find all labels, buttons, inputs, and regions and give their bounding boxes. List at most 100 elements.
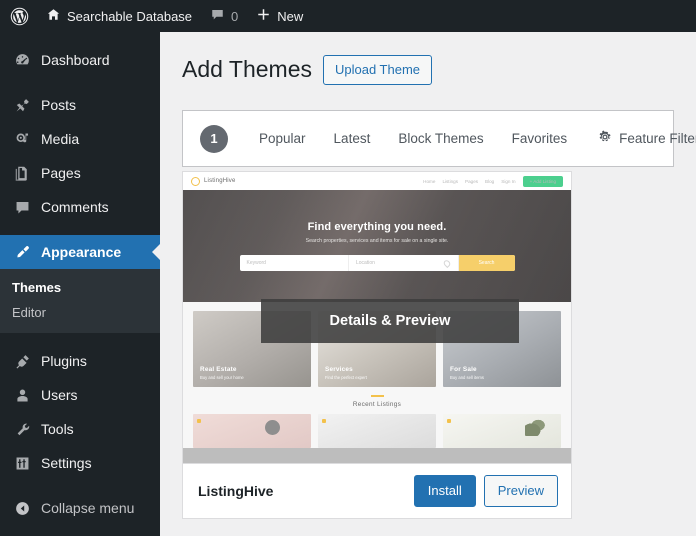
sidebar-separator-4: [0, 480, 160, 491]
collapse-menu-button[interactable]: Collapse menu: [0, 491, 160, 525]
preview-brand: ListingHive: [191, 177, 236, 186]
preview-listing-item: [443, 414, 561, 448]
preview-listing-thumb: [525, 418, 547, 436]
page-header: Add Themes Upload Theme: [160, 32, 696, 85]
feature-filter-label: Feature Filter: [619, 131, 696, 146]
preview-nav-item: Blog: [485, 179, 494, 184]
preview-accent-rule: [371, 395, 384, 397]
wordpress-logo-button[interactable]: [0, 0, 37, 32]
preview-site-header: ListingHive Home Listings Pages Blog Sig…: [183, 172, 571, 190]
preview-category-title: Real Estate: [200, 366, 244, 373]
comment-bubble-icon: [210, 7, 225, 25]
theme-filter-tabs: Popular Latest Block Themes Favorites Fe…: [259, 130, 696, 147]
preview-button[interactable]: Preview: [484, 475, 558, 507]
sidebar-item-label: Posts: [41, 98, 76, 112]
sidebar-item-label: Media: [41, 132, 79, 146]
gear-icon: [598, 130, 612, 147]
preview-listing-item: [193, 414, 311, 448]
theme-filter-bar: 1 Popular Latest Block Themes Favorites …: [182, 110, 674, 167]
preview-nav-item: Listings: [442, 179, 458, 184]
paintbrush-icon: [12, 242, 32, 262]
install-button[interactable]: Install: [414, 475, 476, 507]
pin-icon: [12, 95, 32, 115]
sidebar-item-label: Dashboard: [41, 53, 110, 67]
feature-filter-button[interactable]: Feature Filter: [598, 130, 696, 147]
sliders-icon: [12, 453, 32, 473]
preview-add-listing-button: + Add Listing: [523, 176, 563, 187]
preview-location-field: Location: [349, 255, 459, 271]
sidebar-item-label: Users: [41, 388, 78, 402]
theme-card-footer: ListingHive Install Preview: [183, 463, 571, 518]
preview-subheadline: Search properties, services and items fo…: [306, 238, 449, 244]
sidebar-separator-2: [0, 224, 160, 235]
page-title: Add Themes: [182, 55, 312, 85]
preview-recent-section: Recent Listings: [183, 387, 571, 408]
sidebar-item-media[interactable]: Media: [0, 122, 160, 156]
wrench-icon: [12, 419, 32, 439]
tab-popular[interactable]: Popular: [259, 131, 306, 146]
page-icon: [12, 163, 32, 183]
sidebar-item-label: Appearance: [41, 245, 121, 259]
theme-card-actions: Install Preview: [414, 475, 558, 507]
sidebar-item-label: Plugins: [41, 354, 87, 368]
preview-hero: Find everything you need. Search propert…: [183, 190, 571, 302]
preview-logo-icon: [191, 177, 200, 186]
sidebar-item-label: Settings: [41, 456, 92, 470]
preview-brand-name: ListingHive: [204, 178, 236, 184]
theme-count-badge: 1: [200, 125, 228, 153]
new-content-menu[interactable]: New: [247, 0, 312, 32]
dashboard-icon: [12, 50, 32, 70]
tab-latest[interactable]: Latest: [334, 131, 371, 146]
sidebar-separator-1: [0, 77, 160, 88]
submenu-item-themes[interactable]: Themes: [0, 275, 160, 300]
theme-screenshot[interactable]: ListingHive Home Listings Pages Blog Sig…: [183, 172, 571, 463]
comments-menu[interactable]: 0: [201, 0, 247, 32]
details-and-preview-overlay[interactable]: Details & Preview: [261, 299, 519, 343]
theme-name: ListingHive: [198, 483, 273, 499]
collapse-arrow-icon: [12, 498, 32, 518]
sidebar-item-posts[interactable]: Posts: [0, 88, 160, 122]
preview-search-bar: Keyword Location Search: [240, 255, 515, 271]
preview-recent-title: Recent Listings: [193, 401, 561, 408]
sidebar-item-pages[interactable]: Pages: [0, 156, 160, 190]
sidebar-item-label: Pages: [41, 166, 81, 180]
preview-listings: [183, 408, 571, 448]
preview-nav-item: Home: [423, 179, 435, 184]
preview-category-subtitle: Buy and sell items: [450, 375, 484, 380]
collapse-menu-label: Collapse menu: [41, 501, 134, 515]
home-icon: [46, 7, 61, 25]
admin-sidebar: Dashboard Posts Media Pages: [0, 32, 160, 536]
preview-listing-item: [318, 414, 436, 448]
preview-listing-thumb: [265, 420, 280, 435]
preview-search-button: Search: [459, 255, 515, 271]
admin-bar: Searchable Database 0 New: [0, 0, 696, 32]
sidebar-spacer-top: [0, 32, 160, 43]
preview-headline: Find everything you need.: [308, 221, 447, 233]
user-icon: [12, 385, 32, 405]
tab-favorites[interactable]: Favorites: [512, 131, 568, 146]
upload-theme-button[interactable]: Upload Theme: [323, 55, 432, 85]
comment-bubble-icon: [12, 197, 32, 217]
preview-nav-item: Sign In: [501, 179, 515, 184]
plus-icon: [256, 7, 271, 25]
theme-card[interactable]: ListingHive Home Listings Pages Blog Sig…: [182, 171, 572, 519]
tab-block-themes[interactable]: Block Themes: [398, 131, 483, 146]
sidebar-item-comments[interactable]: Comments: [0, 190, 160, 224]
submenu-item-label: Editor: [12, 305, 46, 320]
sidebar-item-label: Comments: [41, 200, 109, 214]
sidebar-item-appearance[interactable]: Appearance: [0, 235, 160, 269]
submenu-item-editor[interactable]: Editor: [0, 300, 160, 325]
preview-category-title: For Sale: [450, 366, 484, 373]
sidebar-item-plugins[interactable]: Plugins: [0, 344, 160, 378]
preview-keyword-field: Keyword: [240, 255, 350, 271]
wordpress-logo-icon: [10, 7, 29, 26]
preview-nav-item: Pages: [465, 179, 478, 184]
sidebar-item-users[interactable]: Users: [0, 378, 160, 412]
site-name-menu[interactable]: Searchable Database: [37, 0, 201, 32]
sidebar-item-tools[interactable]: Tools: [0, 412, 160, 446]
preview-category-subtitle: Buy and sell your home: [200, 375, 244, 380]
sidebar-item-settings[interactable]: Settings: [0, 446, 160, 480]
preview-category-subtitle: Find the perfect expert: [325, 375, 367, 380]
plug-icon: [12, 351, 32, 371]
sidebar-item-dashboard[interactable]: Dashboard: [0, 43, 160, 77]
